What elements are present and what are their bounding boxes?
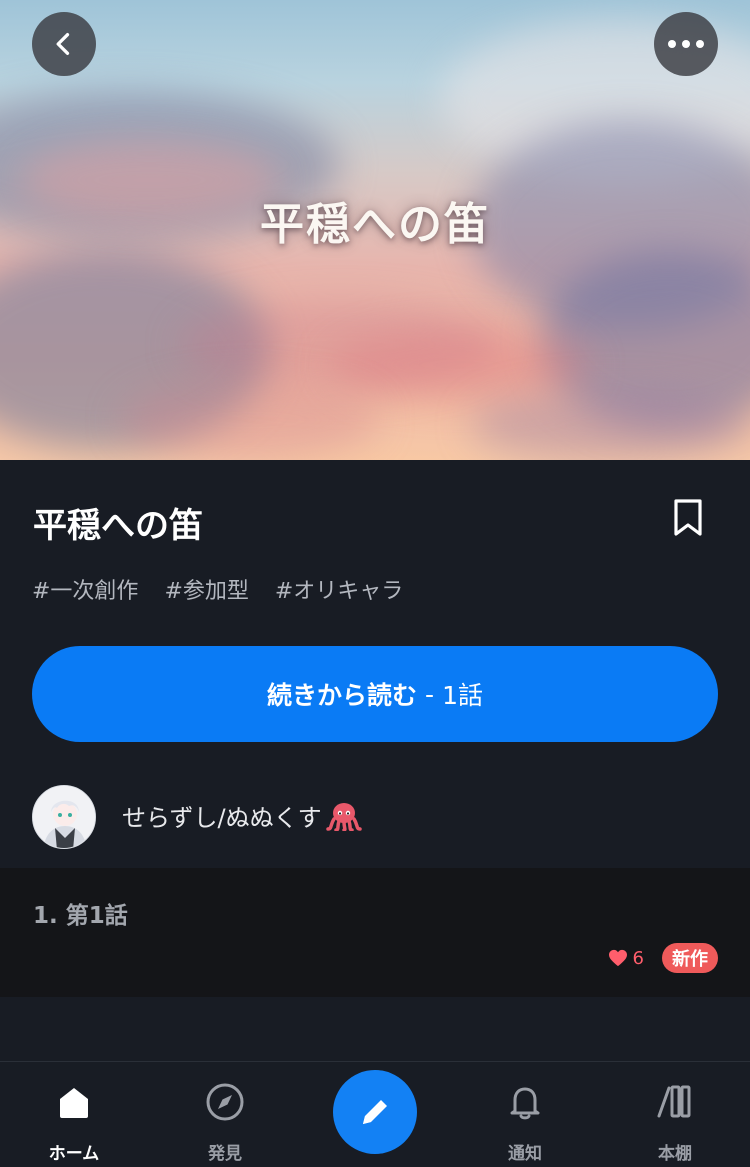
continue-reading-label: 続きから読む [267, 681, 418, 710]
new-badge: 新作 [662, 943, 718, 973]
tag[interactable]: #オリキャラ [275, 573, 403, 605]
bookmark-button[interactable] [670, 498, 706, 538]
story-title: 平穏への笛 [33, 506, 203, 546]
author-row[interactable]: せらずし/ぬぬくす [32, 785, 362, 849]
nav-item-discover[interactable]: 発見 [175, 1062, 275, 1167]
chevron-left-icon [56, 33, 70, 55]
tag-list: #一次創作 #参加型 #オリキャラ [32, 573, 403, 605]
back-button[interactable] [32, 12, 96, 76]
hero-image: 平穏への笛 [0, 0, 750, 460]
pencil-icon [363, 1100, 387, 1124]
nav-item-home[interactable]: ホーム [24, 1062, 124, 1167]
author-name[interactable]: せらずし/ぬぬくす [122, 798, 362, 837]
octopus-emoji [325, 801, 362, 837]
bookshelf-icon [657, 1085, 691, 1118]
nav-item-bookshelf[interactable]: 本棚 [625, 1062, 725, 1167]
bookmark-icon [674, 499, 702, 536]
episode-title: 1. 第1話 [33, 903, 128, 929]
continue-reading-episode: 1話 [442, 681, 483, 710]
bottom-nav: ホーム 発見 通知 本棚 [0, 1061, 750, 1167]
write-button[interactable] [333, 1070, 417, 1154]
bell-icon [510, 1087, 540, 1120]
story-info: 平穏への笛 #一次創作 #参加型 #オリキャラ 続きから読む - 1話 せらずし… [0, 460, 750, 868]
cover-title: 平穏への笛 [260, 199, 490, 250]
tag[interactable]: #参加型 [164, 573, 248, 605]
list-item[interactable]: 1. 第1話 6 新作 [0, 868, 750, 997]
like-count: 6 [608, 948, 644, 969]
nav-label-discover: 発見 [208, 1144, 242, 1164]
like-count-value: 6 [632, 947, 644, 969]
compass-icon [206, 1083, 244, 1121]
continue-reading-button[interactable]: 続きから読む - 1話 [32, 646, 718, 742]
continue-reading-separator: - [425, 679, 435, 709]
more-horizontal-icon [668, 40, 704, 48]
heart-icon [608, 949, 627, 967]
episode-meta: 6 新作 [608, 943, 718, 973]
nav-label-bookshelf: 本棚 [658, 1144, 692, 1164]
home-icon [60, 1088, 88, 1118]
nav-item-notifications[interactable]: 通知 [475, 1062, 575, 1167]
tag[interactable]: #一次創作 [32, 573, 138, 605]
nav-label-notifications: 通知 [508, 1144, 542, 1164]
avatar[interactable] [32, 785, 96, 849]
more-options-button[interactable] [654, 12, 718, 76]
nav-label-home: ホーム [48, 1144, 100, 1164]
